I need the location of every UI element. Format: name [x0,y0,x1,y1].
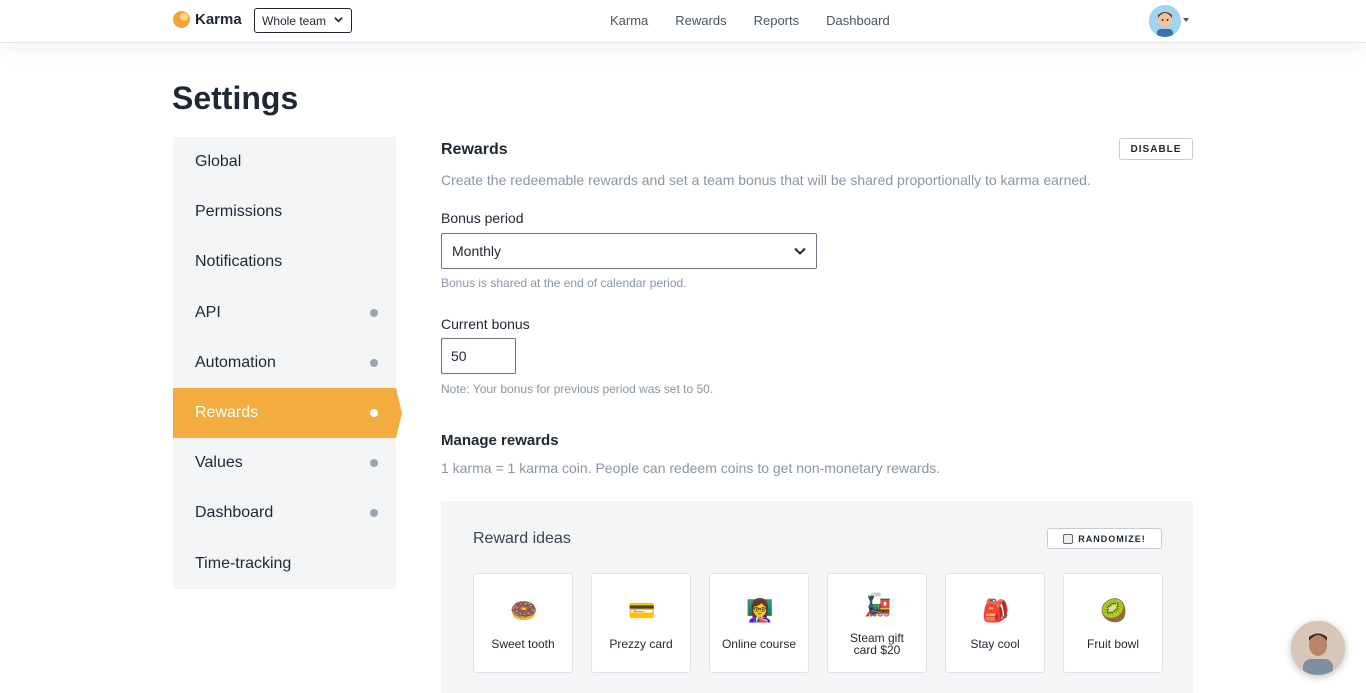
nav-link-reports[interactable]: Reports [754,13,800,28]
sidebar-item-label: API [195,303,221,321]
sidebar-item-dashboard[interactable]: Dashboard [173,488,396,538]
current-bonus-value: 50 [451,348,467,364]
sidebar-item-rewards[interactable]: Rewards [173,387,402,439]
user-avatar[interactable] [1149,5,1181,37]
nav-link-rewards[interactable]: Rewards [675,13,726,28]
bonus-period-help: Bonus is shared at the end of calendar p… [441,276,687,290]
main-nav: Karma Rewards Reports Dashboard [610,13,917,28]
reward-idea-label: Stay cool [970,637,1020,651]
status-dot-icon [370,459,378,468]
reward-idea-card-fruit-bowl[interactable]: 🥝 Fruit bowl [1063,573,1163,673]
status-dot-icon [370,408,378,417]
locomotive-icon: 🚂 [864,592,892,617]
manage-rewards-title: Manage rewards [441,432,559,449]
disable-rewards-button[interactable]: DISABLE [1119,138,1193,160]
kiwi-icon: 🥝 [1100,598,1128,623]
reward-ideas-title: Reward ideas [473,530,571,547]
sidebar-item-global[interactable]: Global [173,137,396,187]
sidebar-item-label: Values [195,454,243,472]
current-bonus-note: Note: Your bonus for previous period was… [441,382,714,396]
reward-idea-label: Prezzy card [609,637,673,651]
reward-idea-label: Fruit bowl [1086,637,1139,651]
credit-card-icon: 💳 [628,598,656,623]
page-title: Settings [172,80,299,116]
current-bonus-input[interactable]: 50 [441,338,516,374]
donut-icon: 🍩 [510,598,538,623]
reward-idea-label: Steam gift card $20 [849,631,905,657]
sidebar-item-permissions[interactable]: Permissions [173,187,396,237]
nav-link-dashboard[interactable]: Dashboard [826,13,890,28]
bonus-period-value: Monthly [452,243,502,259]
reward-idea-label: Sweet tooth [491,637,555,651]
randomize-label: RANDOMIZE! [1078,533,1146,544]
bonus-period-label: Bonus period [441,210,524,226]
reward-idea-card-sweet-tooth[interactable]: 🍩 Sweet tooth [473,573,573,673]
sidebar-item-label: Dashboard [195,504,274,522]
sidebar-item-notifications[interactable]: Notifications [173,237,396,287]
sidebar-item-label: Rewards [195,404,259,422]
dice-icon [1063,533,1074,544]
support-chat-avatar[interactable] [1291,621,1345,675]
sidebar-item-label: Notifications [195,253,283,271]
sidebar-item-values[interactable]: Values [173,438,396,488]
sidebar-item-label: Time-tracking [195,554,292,572]
settings-sidebar: Global Permissions Notifications API Aut… [173,137,402,589]
status-dot-icon [370,358,378,367]
randomize-button[interactable]: RANDOMIZE! [1047,528,1162,549]
status-dot-icon [370,509,378,518]
teacher-icon: 👩‍🏫 [746,598,774,623]
status-dot-icon [370,308,378,317]
sidebar-item-label: Global [195,153,242,171]
manage-rewards-description: 1 karma = 1 karma coin. People can redee… [441,460,941,476]
reward-idea-card-prezzy-card[interactable]: 💳 Prezzy card [591,573,691,673]
bonus-period-select[interactable]: Monthly [441,233,817,269]
rewards-description: Create the redeemable rewards and set a … [441,172,1091,188]
reward-idea-cards: 🍩 Sweet tooth 💳 Prezzy card 👩‍🏫 Online c… [473,573,1181,673]
brand[interactable]: Karma [173,11,242,28]
sidebar-item-label: Automation [195,353,276,371]
sidebar-item-automation[interactable]: Automation [173,338,396,388]
current-bonus-label: Current bonus [441,316,530,332]
chevron-down-icon [794,247,806,255]
backpack-icon: 🎒 [982,598,1010,623]
sidebar-item-label: Permissions [195,203,283,221]
karma-logo-icon [173,11,190,28]
sidebar-item-api[interactable]: API [173,288,396,338]
team-filter-value: Whole team [262,13,327,28]
rewards-section-title: Rewards [441,141,508,158]
reward-idea-card-steam-gift-card[interactable]: 🚂 Steam gift card $20 [827,573,927,673]
brand-name: Karma [195,11,242,28]
avatar-dropdown-caret-icon[interactable] [1183,18,1189,22]
reward-idea-label: Online course [721,637,797,651]
reward-idea-card-online-course[interactable]: 👩‍🏫 Online course [709,573,809,673]
avatar-illustration [1149,5,1181,37]
sidebar-item-time-tracking[interactable]: Time-tracking [173,539,396,589]
top-nav-bar: Karma Whole team Karma Rewards Reports D… [0,0,1366,43]
team-filter-select[interactable]: Whole team [254,8,352,33]
nav-link-karma[interactable]: Karma [610,13,648,28]
support-agent-photo [1291,621,1345,675]
chevron-down-icon [334,17,343,23]
reward-idea-card-stay-cool[interactable]: 🎒 Stay cool [945,573,1045,673]
reward-ideas-panel: Reward ideas RANDOMIZE! 🍩 Sweet tooth 💳 … [441,501,1193,693]
